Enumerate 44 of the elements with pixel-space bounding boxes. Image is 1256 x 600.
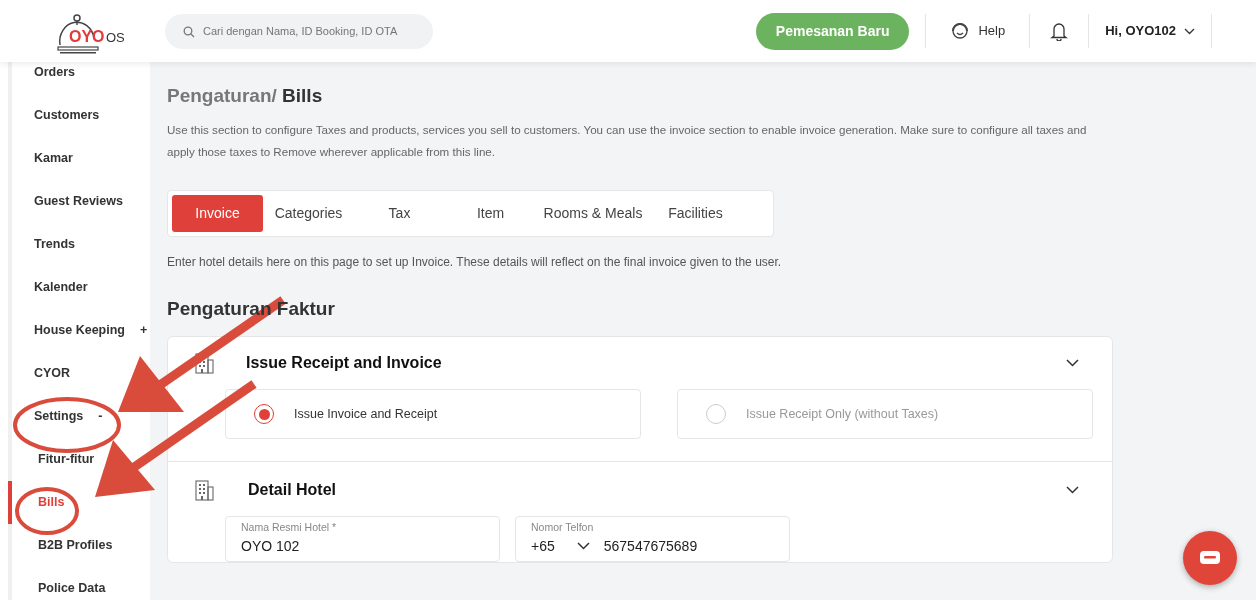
page-description: Use this section to configure Taxes and products, services you sell to customers. You can use the invoice section to enable invoice generation. Make sure to configure all taxes and apply those taxes to Remove wherever applicable from this line. — [167, 121, 1088, 160]
chat-button[interactable] — [1183, 531, 1237, 585]
dropdown-caret-icon[interactable] — [576, 542, 590, 551]
search-field[interactable]: Cari dengan Nama, ID Booking, ID OTA — [165, 13, 433, 49]
tab[interactable]: Tax — [354, 194, 445, 232]
logo-brand: OYO — [69, 27, 105, 47]
tab-hint: Enter hotel details here on this page to set up Invoice. These details will reflect on the final invoice given to the user. — [167, 253, 783, 271]
sidebar-item[interactable]: Orders — [34, 63, 75, 82]
chevron-down-icon[interactable] — [1066, 359, 1079, 367]
sidebar-item[interactable]: Trends — [34, 235, 75, 254]
sidebar-item[interactable]: Customers — [34, 106, 100, 125]
sidebar-item[interactable]: Settings — [34, 407, 84, 426]
tab[interactable]: Categories — [263, 194, 354, 232]
expand-toggle[interactable]: + — [140, 321, 148, 340]
chevron-down-icon — [1184, 27, 1195, 35]
sidebar-item[interactable]: Guest Reviews — [34, 192, 123, 211]
sidebar-item[interactable]: Fitur-fitur — [38, 450, 95, 469]
user-menu[interactable]: Hi, OYO102 — [1105, 21, 1211, 41]
input-field[interactable]: Nomor Telfon +65 567547675689 — [515, 516, 790, 562]
sidebar-item[interactable]: B2B Profiles — [38, 536, 113, 555]
chat-icon — [1199, 550, 1221, 566]
building-icon — [194, 479, 214, 501]
sidebar-item[interactable]: Police Data — [38, 579, 106, 598]
building-icon — [194, 352, 214, 374]
tab[interactable]: Rooms & Meals — [536, 194, 650, 232]
input-field[interactable]: Nama Resmi Hotel * OYO 102 — [225, 516, 500, 562]
annotation-ellipse — [15, 487, 79, 535]
radio-option[interactable]: Issue Invoice and Receipt — [225, 389, 641, 439]
sidebar-item[interactable]: CYOR — [34, 364, 71, 383]
logo-suffix: OS — [106, 29, 125, 47]
breadcrumb: Pengaturan/ Bills — [167, 84, 324, 108]
panel-title: Detail Hotel — [248, 480, 336, 500]
bell-icon[interactable] — [1050, 21, 1069, 41]
sidebar-item[interactable]: Kalender — [34, 278, 88, 297]
sidebar-item[interactable]: House Keeping — [34, 321, 125, 340]
sidebar-item[interactable]: Bills — [38, 493, 65, 512]
tab[interactable]: Facilities — [650, 194, 741, 232]
expand-toggle[interactable]: - — [98, 407, 103, 426]
chevron-down-icon[interactable] — [1066, 486, 1079, 494]
tab[interactable]: Item — [445, 194, 536, 232]
sidebar-item[interactable]: Kamar — [34, 149, 73, 168]
tab[interactable]: Invoice — [172, 194, 263, 232]
panel-title: Issue Receipt and Invoice — [246, 353, 442, 373]
help-link[interactable]: Help — [942, 14, 1014, 48]
